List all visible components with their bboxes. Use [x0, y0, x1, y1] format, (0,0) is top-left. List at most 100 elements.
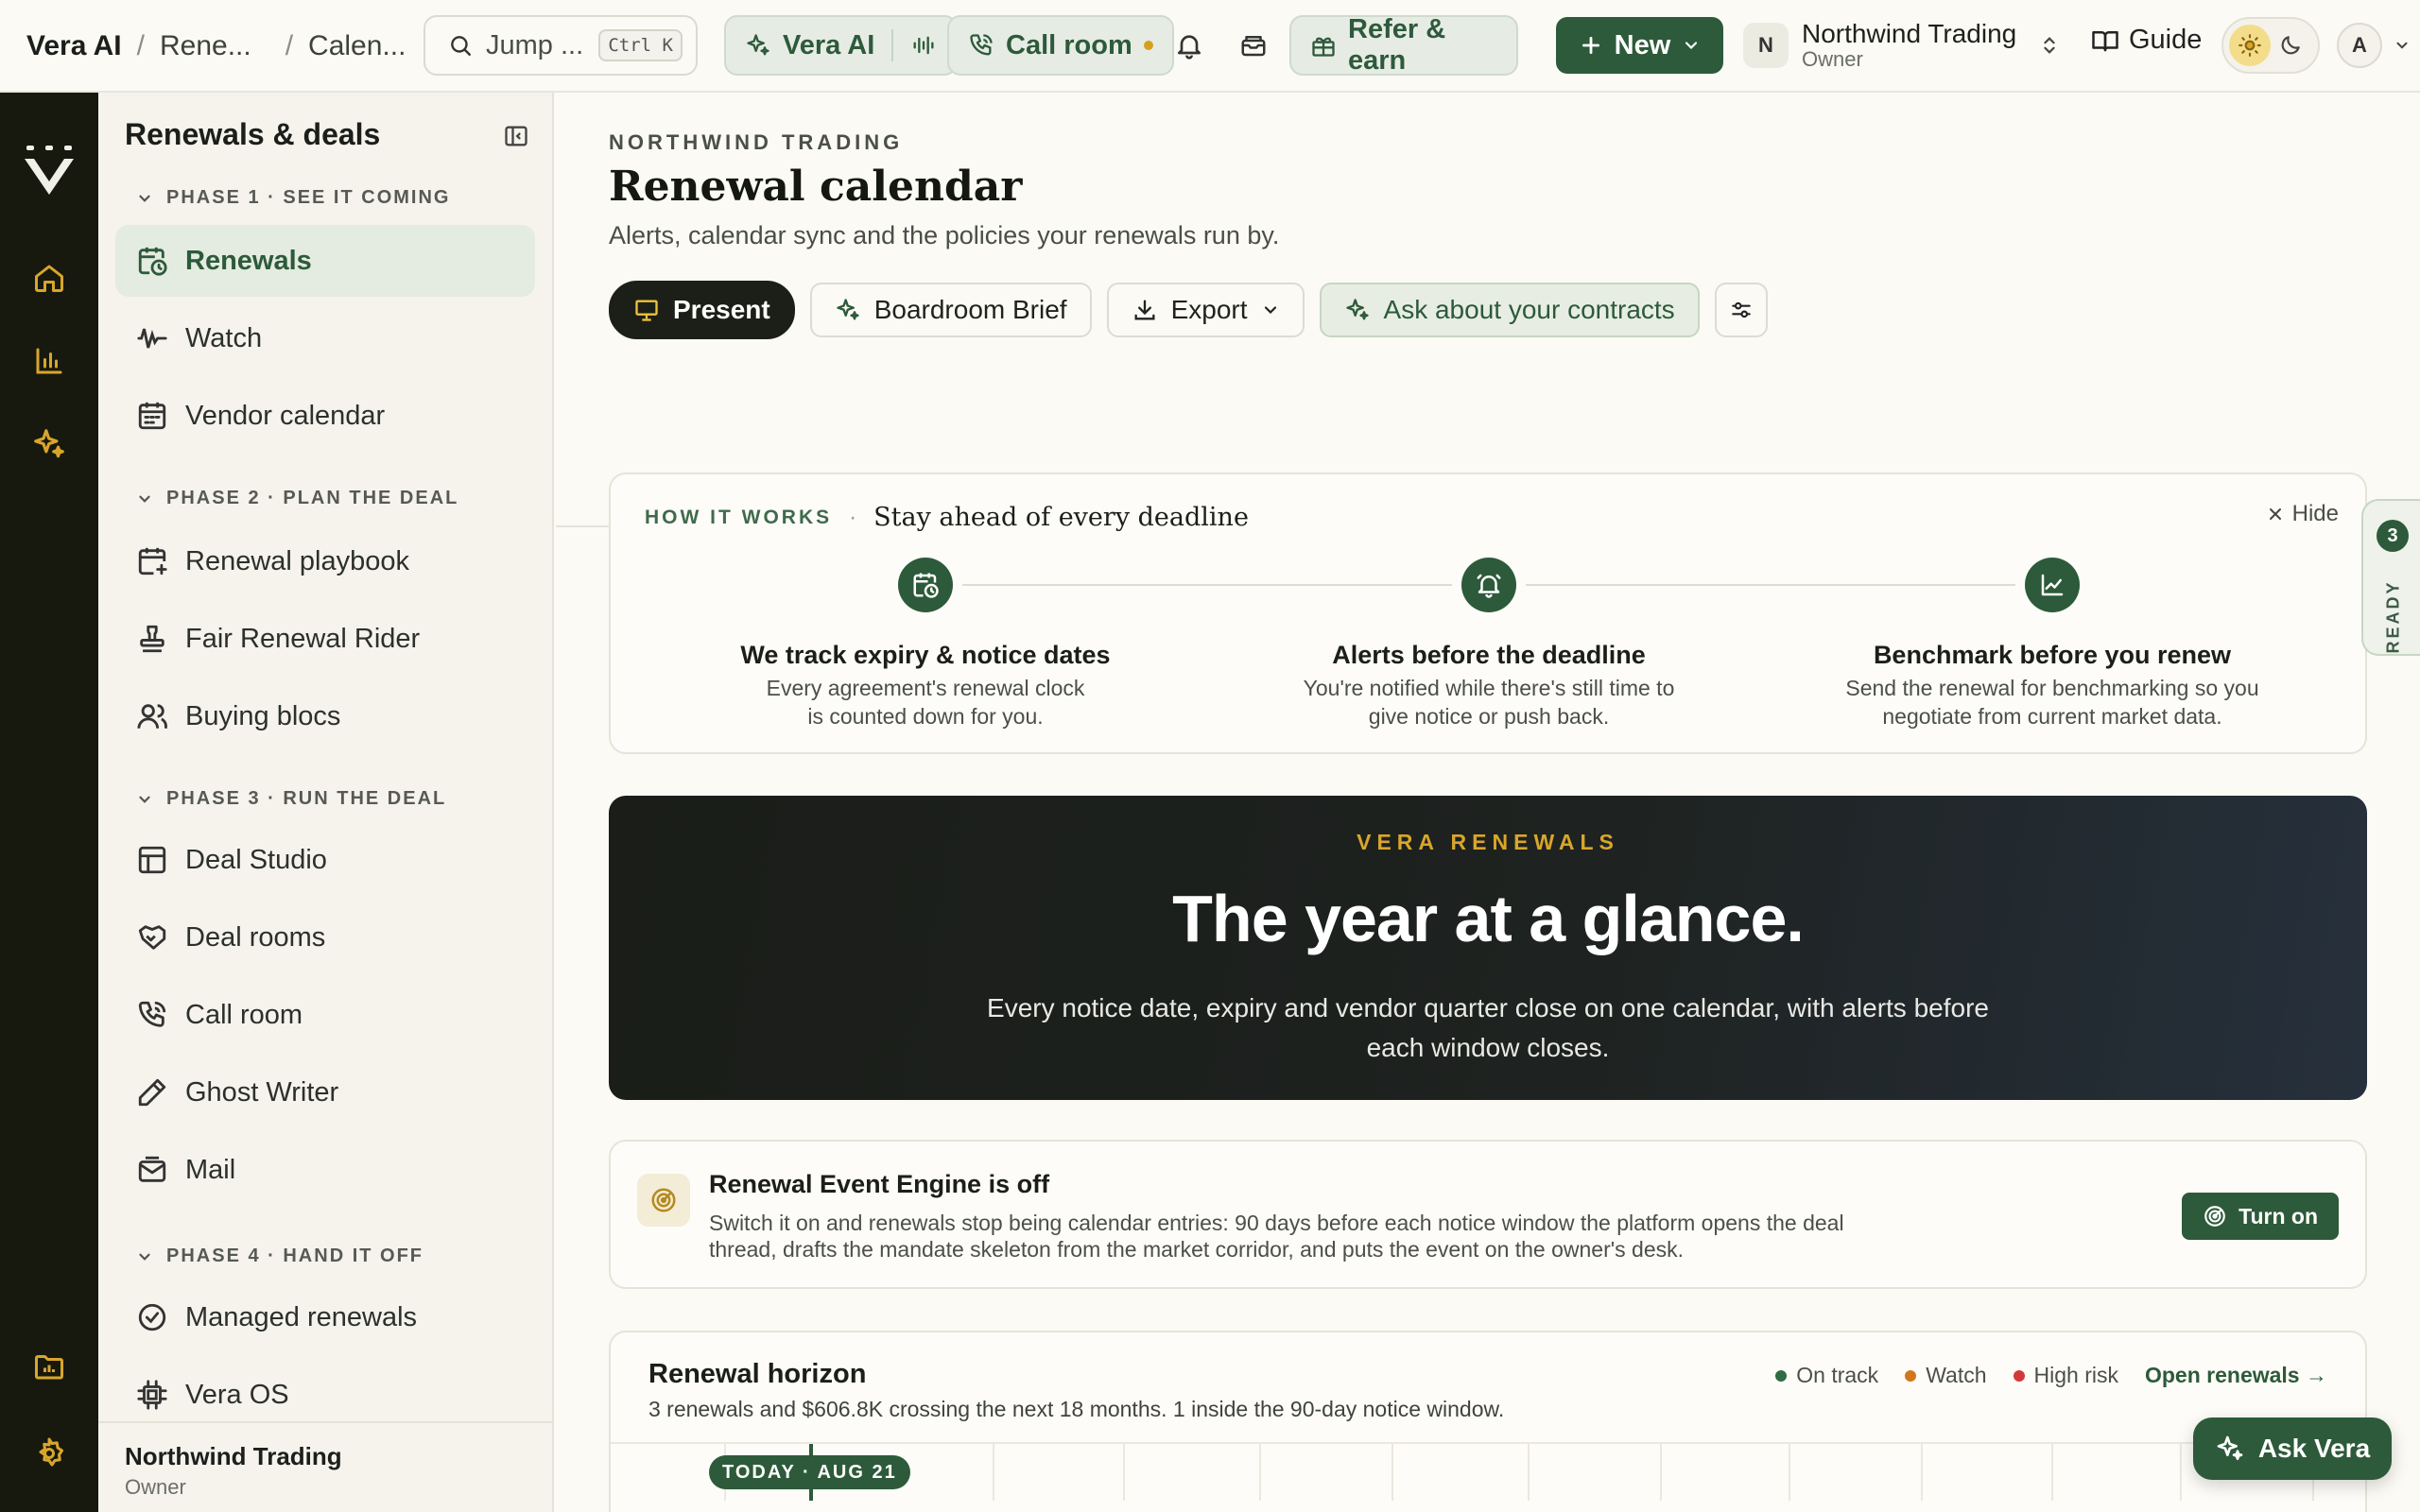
sidebar-item-label: Mail	[185, 1154, 236, 1185]
call-room-button[interactable]: Call room	[947, 15, 1174, 76]
horizon-legend: On track Watch High risk Open renewals →	[1775, 1363, 2327, 1388]
moon-icon[interactable]	[2278, 33, 2303, 58]
user-avatar[interactable]: A	[2337, 23, 2382, 68]
legend-on-track: On track	[1775, 1363, 1878, 1388]
event-engine-card: Renewal Event Engine is off Switch it on…	[609, 1140, 2367, 1289]
timeline-gridline	[1921, 1444, 1923, 1501]
calendar-grid-icon	[136, 400, 168, 432]
pen-icon	[136, 1076, 168, 1108]
presentation-icon	[633, 297, 660, 323]
voice-waveform-icon[interactable]	[910, 32, 937, 59]
legend-label: On track	[1796, 1363, 1879, 1387]
sidebar-item-ghost-writer[interactable]: Ghost Writer	[115, 1057, 535, 1128]
book-icon	[2091, 26, 2119, 55]
search-placeholder: Jump ...	[486, 29, 584, 60]
refer-label: Refer & earn	[1348, 14, 1446, 76]
new-button[interactable]: New	[1556, 17, 1723, 74]
sidebar-item-renewals[interactable]: Renewals	[115, 225, 535, 297]
timeline-gridline	[1392, 1444, 1393, 1501]
horizon-title: Renewal horizon	[648, 1359, 867, 1389]
step-title: We track expiry & notice dates	[740, 641, 1111, 669]
sidebar-footer[interactable]: Northwind Trading Owner	[98, 1421, 552, 1512]
pill-divider	[891, 29, 894, 61]
close-icon	[2266, 505, 2285, 524]
sidebar-title: Renewals & deals	[125, 117, 381, 151]
today-label: TODAY · AUG 21	[709, 1455, 910, 1489]
chevron-down-icon[interactable]	[2388, 25, 2416, 66]
vera-ai-button[interactable]: Vera AI	[724, 15, 959, 76]
timeline-gridline	[2180, 1444, 2182, 1501]
timeline-gridline	[1123, 1444, 1125, 1501]
settings-sliders-button[interactable]	[1714, 283, 1768, 337]
ready-side-tab[interactable]: 3 READY	[2361, 499, 2420, 656]
sidebar-item-mail[interactable]: Mail	[115, 1134, 535, 1206]
present-button[interactable]: Present	[609, 281, 795, 339]
sparkle-icon	[2215, 1434, 2245, 1464]
ask-vera-label: Ask Vera	[2257, 1434, 2371, 1463]
waveform-icon	[136, 322, 168, 354]
hide-button[interactable]: Hide	[2266, 501, 2339, 527]
phase-1-header[interactable]: PHASE 1 · SEE IT COMING	[136, 187, 450, 209]
chevron-down-icon	[139, 796, 150, 803]
main-content: NORTHWIND TRADING Renewal calendar Alert…	[556, 93, 2420, 1512]
hero-description: Every notice date, expiry and vendor qua…	[987, 993, 1989, 1062]
page-title: Renewal calendar	[609, 163, 1023, 211]
phase-2-header[interactable]: PHASE 2 · PLAN THE DEAL	[136, 488, 458, 509]
ask-label: Ask about your contracts	[1383, 295, 1675, 324]
breadcrumb-calendar[interactable]: Calen...	[308, 30, 406, 62]
radar-icon	[637, 1174, 690, 1227]
ready-count-badge: 3	[2377, 520, 2409, 552]
org-info: Northwind Trading Owner	[1802, 20, 2016, 71]
year-at-a-glance-hero: VERA RENEWALS The year at a glance. Ever…	[609, 796, 2367, 1100]
search-input[interactable]: Jump ... Ctrl K	[424, 15, 698, 76]
sidebar-item-deal-studio[interactable]: Deal Studio	[115, 824, 535, 896]
sidebar-item-fair-renewal-rider[interactable]: Fair Renewal Rider	[115, 603, 535, 675]
chart-line-icon	[2025, 558, 2080, 612]
breadcrumb-root[interactable]: Vera AI	[26, 30, 122, 62]
export-button[interactable]: Export	[1106, 283, 1305, 337]
bell-icon[interactable]	[1168, 25, 1210, 66]
home-icon[interactable]	[28, 257, 70, 299]
sun-icon[interactable]	[2229, 25, 2271, 66]
boardroom-brief-button[interactable]: Boardroom Brief	[809, 283, 1092, 337]
breadcrumb-renewals[interactable]: Rene...	[160, 30, 251, 62]
calendar-clock-icon	[898, 558, 953, 612]
org-switcher[interactable]: N Northwind Trading Owner	[1743, 11, 2060, 79]
sidebar-item-buying-blocs[interactable]: Buying blocs	[115, 680, 535, 752]
export-label: Export	[1170, 295, 1248, 324]
guide-label: Guide	[2129, 25, 2203, 55]
inbox-icon[interactable]	[1233, 25, 1274, 66]
theme-toggle[interactable]	[2221, 17, 2320, 74]
step-desc: Every agreement's renewal clock is count…	[766, 676, 1085, 729]
sidebar-item-managed-renewals[interactable]: Managed renewals	[115, 1281, 535, 1353]
footer-org-name: Northwind Trading	[125, 1442, 342, 1470]
refer-earn-button[interactable]: Refer & earn	[1289, 14, 1518, 76]
guide-button[interactable]: Guide	[2091, 25, 2202, 56]
sidebar-collapse-icon[interactable]	[503, 123, 529, 149]
gear-icon[interactable]	[28, 1433, 70, 1474]
bar-chart-icon[interactable]	[28, 340, 70, 382]
phase-label: PHASE 3 · RUN THE DEAL	[166, 788, 447, 809]
vera-logo-icon[interactable]	[21, 146, 78, 200]
sidebar-item-deal-rooms[interactable]: Deal rooms	[115, 902, 535, 973]
page-eyebrow: NORTHWIND TRADING	[609, 130, 904, 154]
folder-chart-icon[interactable]	[28, 1346, 70, 1387]
chip-icon	[136, 1379, 168, 1411]
turn-on-button[interactable]: Turn on	[2182, 1193, 2339, 1240]
engine-description: Switch it on and renewals stop being cal…	[709, 1211, 1844, 1262]
sidebar-item-renewal-playbook[interactable]: Renewal playbook	[115, 525, 535, 597]
ask-vera-button[interactable]: Ask Vera	[2193, 1418, 2392, 1480]
sidebar-item-vera-os[interactable]: Vera OS	[115, 1359, 535, 1431]
sidebar-item-vendor-calendar[interactable]: Vendor calendar	[115, 380, 535, 452]
open-renewals-link[interactable]: Open renewals →	[2145, 1363, 2327, 1388]
phase-3-header[interactable]: PHASE 3 · RUN THE DEAL	[136, 788, 446, 810]
phase-4-header[interactable]: PHASE 4 · HAND IT OFF	[136, 1246, 424, 1267]
sidebar-item-watch[interactable]: Watch	[115, 302, 535, 374]
sidebar-item-label: Deal Studio	[185, 844, 327, 875]
page-subtitle: Alerts, calendar sync and the policies y…	[609, 221, 1280, 249]
sparkle-icon[interactable]	[28, 423, 70, 465]
sidebar-item-label: Deal rooms	[185, 921, 326, 953]
ask-contracts-button[interactable]: Ask about your contracts	[1319, 283, 1700, 337]
timeline-gridline	[1259, 1444, 1261, 1501]
sidebar-item-call-room[interactable]: Call room	[115, 979, 535, 1051]
